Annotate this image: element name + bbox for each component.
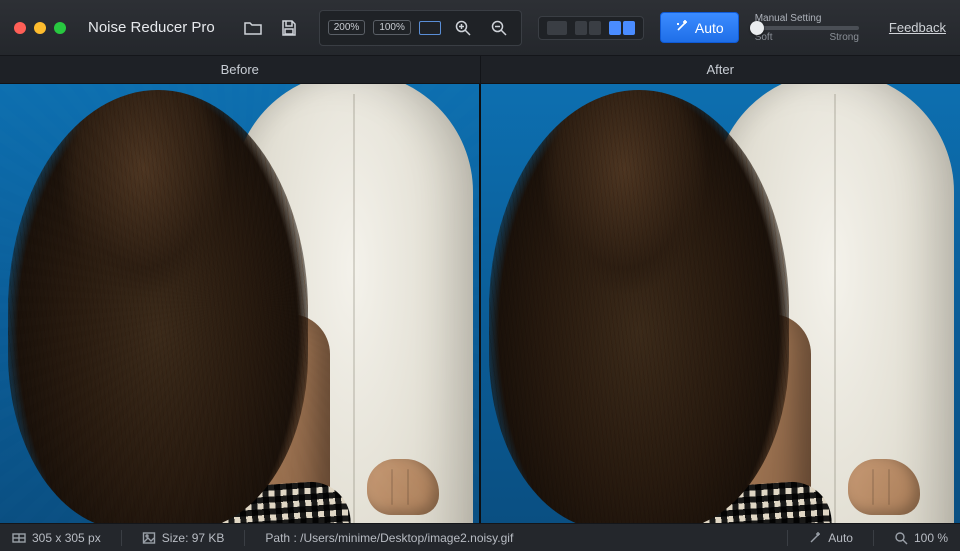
zoom-group: 200% 100% — [319, 10, 522, 46]
view-mode-group — [538, 16, 644, 40]
zoom-100-button[interactable]: 100% — [373, 20, 411, 35]
sep — [787, 530, 788, 546]
titlebar: Noise Reducer Pro 200% 100% Auto Manual … — [0, 0, 960, 56]
slider-strong-label: Strong — [829, 32, 858, 43]
close-icon[interactable] — [14, 22, 26, 34]
status-dimensions-text: 305 x 305 px — [32, 531, 101, 545]
status-path-text: Path : /Users/minime/Desktop/image2.nois… — [265, 531, 513, 545]
canvas — [0, 84, 960, 523]
slider-thumb[interactable] — [750, 21, 764, 35]
view-compare-button[interactable] — [609, 21, 635, 35]
feedback-link[interactable]: Feedback — [889, 20, 946, 35]
status-size-text: Size: 97 KB — [162, 531, 225, 545]
sep — [873, 530, 874, 546]
status-dimensions: 305 x 305 px — [12, 531, 101, 545]
after-header: After — [481, 56, 960, 83]
view-split-button[interactable] — [575, 21, 601, 35]
status-mode: Auto — [808, 531, 853, 545]
app-title: Noise Reducer Pro — [88, 19, 215, 36]
before-header: Before — [0, 56, 481, 83]
split-headers: Before After — [0, 56, 960, 84]
file-group — [239, 15, 303, 41]
statusbar: 305 x 305 px Size: 97 KB Path : /Users/m… — [0, 523, 960, 551]
status-size: Size: 97 KB — [142, 531, 225, 545]
status-mode-text: Auto — [828, 531, 853, 545]
slider-track[interactable] — [755, 26, 859, 30]
auto-button-label: Auto — [695, 20, 724, 36]
zoom-out-button[interactable] — [485, 15, 513, 41]
image-icon — [142, 531, 156, 545]
zoom-200-button[interactable]: 200% — [328, 20, 366, 35]
sep — [244, 530, 245, 546]
after-pane[interactable] — [481, 84, 960, 523]
save-file-button[interactable] — [275, 15, 303, 41]
dimensions-icon — [12, 531, 26, 545]
window-controls — [14, 22, 66, 34]
magnifier-icon — [894, 531, 908, 545]
wand-icon — [675, 19, 689, 36]
status-zoom: 100 % — [894, 531, 948, 545]
fit-screen-button[interactable] — [419, 21, 441, 35]
auto-button[interactable]: Auto — [660, 12, 739, 43]
slider-title: Manual Setting — [755, 13, 859, 24]
open-file-button[interactable] — [239, 15, 267, 41]
zoom-in-button[interactable] — [449, 15, 477, 41]
status-zoom-text: 100 % — [914, 531, 948, 545]
maximize-icon[interactable] — [54, 22, 66, 34]
status-path: Path : /Users/minime/Desktop/image2.nois… — [265, 531, 513, 545]
wand-icon — [808, 531, 822, 545]
before-pane[interactable] — [0, 84, 481, 523]
view-single-button[interactable] — [547, 21, 567, 35]
manual-slider[interactable]: Manual Setting Soft Strong — [755, 13, 859, 43]
sep — [121, 530, 122, 546]
minimize-icon[interactable] — [34, 22, 46, 34]
